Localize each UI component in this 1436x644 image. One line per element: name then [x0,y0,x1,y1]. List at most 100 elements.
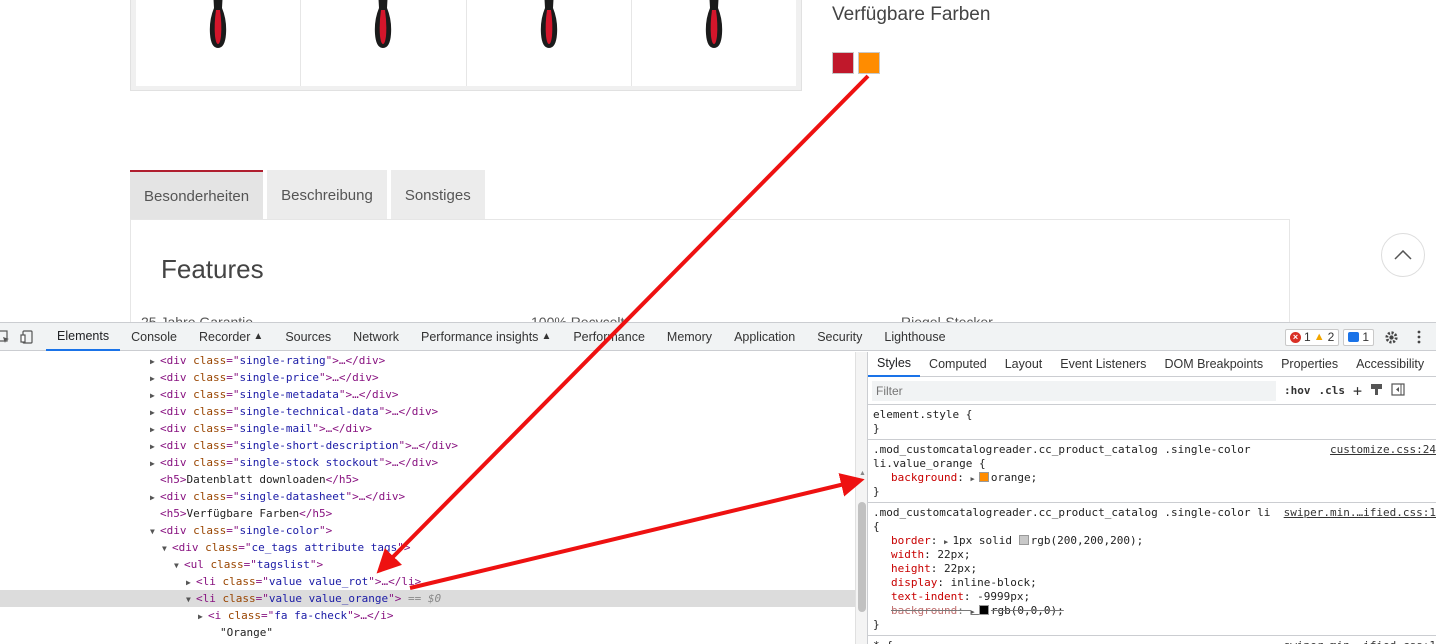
scroll-to-top-button[interactable] [1381,233,1425,277]
devtools-tab-console[interactable]: Console [120,323,188,351]
dom-node[interactable]: ▶ <div class="single-stock stockout">…</d… [0,454,855,471]
dom-node[interactable]: ▶ <div class="single-short-description">…… [0,437,855,454]
expand-right-icon[interactable]: ▶ [150,421,160,438]
color-swatches [832,52,880,74]
errors-counter[interactable]: × 1 ▲ 2 [1285,328,1340,346]
devtools-tab-memory[interactable]: Memory [656,323,723,351]
settings-gear-icon[interactable] [1380,326,1402,348]
gallery-thumbnail[interactable] [301,0,467,86]
css-declaration[interactable]: background: ▶ rgb(0,0,0); [873,604,1431,618]
warning-icon: ▲ [1313,331,1325,343]
messages-counter[interactable]: 1 [1343,328,1374,346]
elements-scrollbar[interactable]: ▲ [855,352,868,644]
devtools-tab-sources[interactable]: Sources [274,323,342,351]
css-declaration[interactable]: width: 22px; [873,548,1431,562]
dom-node[interactable]: ▶ <li class="value value_rot">…</li> [0,573,855,590]
dom-node[interactable]: ▶ <div class="single-mail">…</div> [0,420,855,437]
styles-tab-styles[interactable]: Styles [868,352,921,377]
scroll-up-arrow-icon[interactable]: ▲ [859,470,866,477]
devtools-tab-performance-insights[interactable]: Performance insights ▲ [410,323,562,351]
css-declaration[interactable]: background: ▶ orange; [873,471,1431,485]
devtools-tab-performance[interactable]: Performance [562,323,656,351]
styles-tab-properties[interactable]: Properties [1272,352,1347,377]
css-rule-close: } [873,422,880,435]
new-style-rule-icon[interactable]: + [1353,382,1362,400]
devtools-tab-lighthouse[interactable]: Lighthouse [873,323,956,351]
dom-node[interactable]: ▼ <div class="single-color"> [0,522,855,539]
paint-brush-icon[interactable] [1370,383,1383,399]
styles-tab-layout[interactable]: Layout [996,352,1052,377]
css-rule[interactable]: .mod_customcatalogreader.cc_product_cata… [868,503,1436,636]
tab-beschreibung[interactable]: Beschreibung [267,170,387,220]
devtools-tab-network[interactable]: Network [342,323,410,351]
color-swatch-icon[interactable] [1018,535,1029,545]
styles-tab-computed[interactable]: Computed [920,352,996,377]
dom-node[interactable]: ▶ <div class="single-datasheet">…</div> [0,488,855,505]
devtools-tab-application[interactable]: Application [723,323,806,351]
gallery-thumbnail[interactable] [136,0,302,86]
scrollbar-thumb[interactable] [858,502,866,612]
dom-node[interactable]: ▼ <div class="ce_tags attribute tags"> [0,539,855,556]
chevron-up-icon [1394,250,1412,260]
device-toolbar-icon[interactable] [16,326,38,348]
cls-button[interactable]: .cls [1319,384,1346,397]
styles-filter-input[interactable] [872,380,1276,401]
css-declaration[interactable]: border: ▶ 1px solid rgb(200,200,200); [873,534,1431,548]
css-source-link[interactable]: swiper.min.…ified.css:1 [1284,506,1436,519]
expand-down-icon[interactable]: ▼ [150,523,160,540]
expand-right-icon[interactable]: ▶ [970,608,978,616]
expand-right-icon[interactable]: ▶ [150,387,160,404]
expand-down-icon[interactable]: ▼ [174,557,184,574]
devtools-tab-security[interactable]: Security [806,323,873,351]
dom-node[interactable]: ▶ <div class="single-metadata">…</div> [0,386,855,403]
color-swatch-icon[interactable] [978,605,989,615]
css-declaration[interactable]: text-indent: -9999px; [873,590,1431,604]
css-source-link[interactable]: swiper.min.…ified.css:1 [1284,639,1436,644]
dom-node-selected[interactable]: ▼ <li class="value value_orange"> == $0 [0,590,855,607]
tab-besonderheiten[interactable]: Besonderheiten [130,170,264,220]
expand-right-icon[interactable]: ▶ [150,489,160,506]
dom-node[interactable]: <h5>Verfügbare Farben</h5> [0,505,855,522]
expand-right-icon[interactable]: ▶ [150,353,160,370]
color-swatch-orange[interactable] [858,52,880,74]
hov-button[interactable]: :hov [1284,384,1311,397]
css-rule[interactable]: element.style {} [868,405,1436,440]
devtools-tab-recorder[interactable]: Recorder ▲ [188,323,274,351]
gallery-thumbnail[interactable] [466,0,632,86]
expand-down-icon[interactable]: ▼ [186,591,196,608]
dom-tree[interactable]: ▶ <div class="single-rating">…</div> ▶ <div… [0,352,855,644]
css-declaration[interactable]: display: inline-block; [873,576,1431,590]
expand-right-icon[interactable]: ▶ [186,574,196,591]
tab-sonstiges[interactable]: Sonstiges [390,170,485,220]
gallery-thumbnail[interactable] [631,0,796,86]
expand-right-icon[interactable]: ▶ [970,475,978,483]
issue-counters[interactable]: × 1 ▲ 2 1 [1285,328,1374,346]
color-swatch-icon[interactable] [978,472,989,482]
css-rule[interactable]: .mod_customcatalogreader.cc_product_cata… [868,440,1436,503]
expand-right-icon[interactable]: ▶ [150,455,160,472]
more-options-icon[interactable] [1408,326,1430,348]
expand-right-icon[interactable]: ▶ [150,438,160,455]
css-selector: { [873,520,880,533]
devtools-tab-elements[interactable]: Elements [46,323,121,351]
dom-node[interactable]: ▶ <div class="single-price">…</div> [0,369,855,386]
styles-tab-accessibility[interactable]: Accessibility [1347,352,1433,377]
expand-down-icon[interactable]: ▼ [162,540,172,557]
toggle-sidebar-icon[interactable] [1391,382,1405,399]
dom-node[interactable]: ▶ <div class="single-rating">…</div> [0,352,855,369]
dom-node[interactable]: ▼ <ul class="tagslist"> [0,556,855,573]
dom-node[interactable]: "Orange" [0,624,855,641]
expand-right-icon[interactable]: ▶ [150,404,160,421]
expand-right-icon[interactable]: ▶ [198,608,208,625]
expand-right-icon[interactable]: ▶ [150,370,160,387]
styles-tab-event-listeners[interactable]: Event Listeners [1051,352,1155,377]
dom-node[interactable]: ▶ <i class="fa fa-check">…</i> [0,607,855,624]
css-source-link[interactable]: customize.css:24 [1330,443,1436,456]
styles-tab-dom-breakpoints[interactable]: DOM Breakpoints [1155,352,1272,377]
inspect-element-icon[interactable] [0,326,14,348]
dom-node[interactable]: ▶ <div class="single-technical-data">…</d… [0,403,855,420]
css-declaration[interactable]: height: 22px; [873,562,1431,576]
dom-node[interactable]: <h5>Datenblatt downloaden</h5> [0,471,855,488]
color-swatch-red[interactable] [832,52,854,74]
css-rule[interactable]: * {swiper.min.…ified.css:1 [868,636,1436,644]
